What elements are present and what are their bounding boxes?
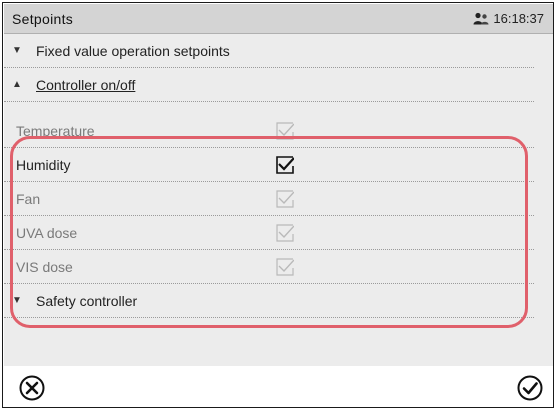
setpoint-row[interactable]: Fan xyxy=(4,182,534,216)
setpoint-checkbox xyxy=(276,224,294,242)
setpoint-label: Humidity xyxy=(16,156,71,173)
setpoint-row[interactable]: Humidity xyxy=(4,148,534,182)
setpoint-label: VIS dose xyxy=(16,258,73,275)
section-fixed-value-setpoints[interactable]: ▼ Fixed value operation setpoints xyxy=(4,34,534,68)
setpoint-checkbox xyxy=(276,190,294,208)
collapse-arrow-icon: ▲ xyxy=(12,79,22,90)
setpoint-checkbox[interactable] xyxy=(276,156,294,174)
setpoint-label: Fan xyxy=(16,190,41,207)
setpoint-row[interactable]: VIS dose xyxy=(4,250,534,284)
header-bar: Setpoints 16:18:37 xyxy=(4,4,554,34)
setpoint-label: Temperature xyxy=(16,122,95,139)
settings-list: ▼ Fixed value operation setpoints ▲ Cont… xyxy=(4,34,554,366)
check-circle-icon[interactable] xyxy=(516,374,544,402)
setpoints-screen: Setpoints 16:18:37 ▼ Fixed value operati… xyxy=(0,0,558,412)
setpoint-checkbox xyxy=(276,258,294,276)
expand-arrow-icon: ▼ xyxy=(12,45,22,56)
section-label: Safety controller xyxy=(36,292,138,309)
clock-time: 16:18:37 xyxy=(493,11,544,26)
setpoint-label: UVA dose xyxy=(16,224,78,241)
expand-arrow-icon: ▼ xyxy=(12,295,22,306)
page-title: Setpoints xyxy=(12,11,74,27)
header-status: 16:18:37 xyxy=(473,11,544,26)
section-label: Fixed value operation setpoints xyxy=(36,42,230,59)
section-controller-on-off[interactable]: ▲ Controller on/off xyxy=(4,68,534,102)
setpoint-row[interactable]: Temperature xyxy=(4,114,534,148)
setpoint-row[interactable]: UVA dose xyxy=(4,216,534,250)
section-label: Controller on/off xyxy=(36,76,136,93)
footer-bar xyxy=(4,366,554,408)
close-circle-icon[interactable] xyxy=(18,374,46,402)
section-safety-controller[interactable]: ▼ Safety controller xyxy=(4,284,534,318)
setpoint-checkbox xyxy=(276,122,294,140)
user-icon xyxy=(473,12,489,25)
